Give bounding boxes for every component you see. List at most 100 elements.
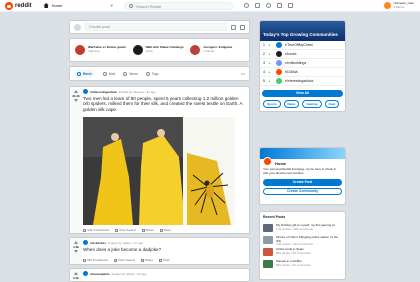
- comment-icon: [83, 258, 86, 262]
- recent-post-thumbnail: [263, 236, 273, 244]
- post-author: Posted by u/leafy • 2h ago: [111, 271, 147, 276]
- share-button[interactable]: Share: [140, 258, 154, 262]
- top-icons: [244, 3, 293, 8]
- tag-aww[interactable]: Aww: [324, 100, 340, 108]
- community-row[interactable]: 1 ▲ r/TrueOffMyChest: [260, 41, 345, 50]
- chat-icon[interactable]: [266, 3, 271, 8]
- award-icon: [114, 258, 118, 262]
- community-row[interactable]: 5 ▲ r/interestingasfuck: [260, 77, 345, 86]
- post-card[interactable]: 31.2k r/interestingasfuck Posted by u/ka…: [69, 86, 250, 234]
- story-item[interactable]: NBA with Shake Chellenge r/nba: [132, 43, 187, 57]
- sort-new[interactable]: New: [123, 71, 138, 76]
- share-icon: [140, 258, 144, 262]
- community-icon: [276, 78, 282, 84]
- share-button[interactable]: Share: [141, 228, 154, 232]
- upvote-icon[interactable]: [74, 90, 78, 93]
- upvote-icon[interactable]: [74, 241, 78, 244]
- search-input[interactable]: Search Reddit: [124, 2, 234, 10]
- vote-column: 31.2k: [70, 87, 82, 233]
- action-label: Share: [145, 228, 154, 232]
- home-dropdown[interactable]: Home ▼: [43, 1, 114, 10]
- post-meta: r/interestingasfuck Posted by u/karma • …: [83, 89, 246, 94]
- post-card[interactable]: 1.3k r/AskJokes Posted by u/joker • 1h a…: [69, 237, 250, 265]
- recent-post-item[interactable]: My birthday gift to myself, my first gam…: [260, 222, 345, 234]
- share-icon: [141, 228, 145, 232]
- recent-post-item[interactable]: Artists smile in Spain 812 points • 45 co…: [260, 246, 345, 258]
- coins-icon[interactable]: [255, 3, 260, 8]
- sort-best[interactable]: Best: [74, 69, 95, 78]
- downvote-icon[interactable]: [74, 99, 78, 102]
- create-post-button[interactable]: Create Post: [263, 178, 342, 186]
- story-sub: r/nba: [145, 49, 153, 53]
- more-options-icon[interactable]: •••: [241, 71, 245, 76]
- award-icon: [115, 228, 119, 232]
- community-row[interactable]: 2 ▲ r/books: [260, 50, 345, 59]
- hot-icon: [102, 71, 107, 76]
- recent-posts-title: Recent Posts: [263, 215, 286, 219]
- post-title[interactable]: When does a joke become a dadjoke?: [83, 247, 246, 252]
- post-meta: r/AskJokes Posted by u/joker • 1h ago: [83, 240, 246, 245]
- user-menu[interactable]: Unknown_User 2 karma: [384, 1, 414, 9]
- community-icon: [276, 51, 282, 57]
- save-button[interactable]: Save: [159, 258, 170, 262]
- notifications-icon[interactable]: [277, 3, 282, 8]
- post-image[interactable]: [83, 117, 235, 225]
- logo-text: reddit: [15, 2, 32, 9]
- vote-column: 1.3k: [70, 238, 82, 264]
- story-thumbnail: [132, 45, 143, 55]
- action-label: Give Award: [119, 228, 136, 232]
- sort-label: New: [129, 71, 138, 76]
- trend-up-icon: ▲: [268, 70, 271, 74]
- home-card-title: Home: [275, 161, 287, 166]
- comments-button[interactable]: 4.2k Comments: [83, 228, 109, 232]
- vote-count: 1.3k: [73, 245, 79, 249]
- create-post-icon[interactable]: [288, 3, 293, 8]
- recent-post-item[interactable]: Kansas in a wildfire 560 points • 32 comm…: [260, 258, 345, 270]
- create-post-input[interactable]: Create post: [85, 23, 227, 31]
- subreddit-link[interactable]: r/AskJokes: [90, 241, 106, 245]
- subreddit-link[interactable]: r/houseplants: [90, 272, 110, 276]
- popular-icon[interactable]: [244, 3, 249, 8]
- image-icon[interactable]: [231, 24, 236, 30]
- save-button[interactable]: Save: [159, 228, 171, 232]
- home-description: Your personal Reddit frontpage. Come her…: [263, 167, 337, 175]
- recent-post-item[interactable]: Picture of Ohio's Pahgang police station…: [260, 234, 345, 246]
- story-item[interactable]: Avengers: Endgame r/marvel: [190, 43, 244, 57]
- home-card: Home Your personal Reddit frontpage. Com…: [259, 147, 346, 205]
- reddit-logo[interactable]: reddit: [5, 1, 32, 10]
- community-row[interactable]: 3 ▲ r/evilbuildings: [260, 59, 345, 68]
- story-sub: r/gaming: [88, 49, 100, 53]
- create-community-button[interactable]: Create Community: [263, 187, 342, 195]
- tag-gaming[interactable]: Gaming: [302, 100, 322, 108]
- community-tags: Sports News Gaming Aww: [260, 97, 345, 111]
- subreddit-icon: [83, 240, 88, 245]
- sort-hot[interactable]: Hot: [102, 71, 115, 76]
- award-button[interactable]: Give Award: [115, 228, 136, 232]
- story-thumbnail: [75, 45, 85, 55]
- post-author: Posted by u/karma • 4h ago: [118, 89, 156, 94]
- downvote-icon[interactable]: [74, 250, 78, 253]
- story-item[interactable]: Warframe vs Dutton game! r/gaming: [75, 43, 129, 57]
- tag-sports[interactable]: Sports: [263, 100, 281, 108]
- post-title[interactable]: Two men led a team of 80 people, spent 5…: [83, 96, 246, 112]
- action-label: Share: [144, 258, 154, 262]
- avatar[interactable]: [74, 23, 81, 31]
- link-icon[interactable]: [240, 24, 245, 30]
- search-placeholder: Search Reddit: [136, 3, 162, 9]
- post-meta: r/houseplants Posted by u/leafy • 2h ago: [83, 271, 246, 276]
- upvote-icon[interactable]: [74, 272, 78, 275]
- sort-top[interactable]: Top: [145, 71, 159, 76]
- post-actions: 4.2k Comments Give Award Share Save: [83, 228, 171, 232]
- tag-news[interactable]: News: [283, 100, 300, 108]
- subreddit-icon: [83, 271, 88, 276]
- karma: 2 karma: [393, 5, 405, 9]
- home-icon: [43, 3, 49, 8]
- community-icon: [276, 69, 282, 75]
- award-button[interactable]: Give Award: [114, 258, 135, 262]
- comments-button[interactable]: 312 Comments: [83, 258, 108, 262]
- community-row[interactable]: 4 ▲ r/DIANA: [260, 68, 345, 77]
- story-sub: r/marvel: [203, 49, 215, 53]
- post-actions: 312 Comments Give Award Share Save: [83, 258, 170, 262]
- subreddit-link[interactable]: r/interestingasfuck: [90, 90, 117, 94]
- view-all-button[interactable]: View All: [262, 90, 343, 97]
